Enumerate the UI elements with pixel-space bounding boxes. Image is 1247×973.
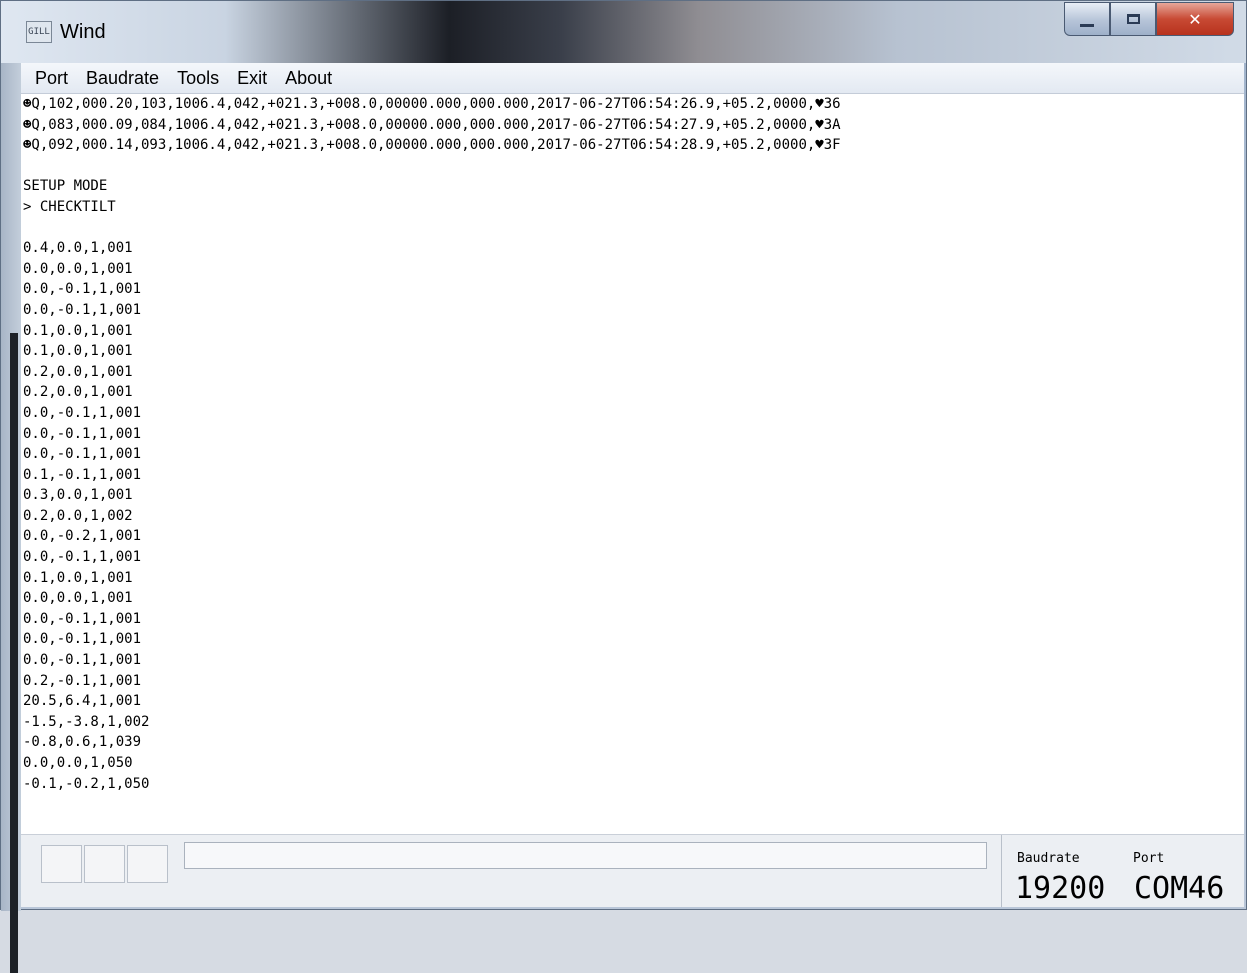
- terminal-line: 0.2,0.0,1,001: [23, 384, 133, 401]
- menu-bar: Port Baudrate Tools Exit About: [21, 63, 1244, 94]
- terminal-line: 0.0,-0.1,1,001: [23, 281, 142, 298]
- terminal-line: ☻Q,083,000.09,084,1006.4,042,+021.3,+008…: [23, 116, 841, 133]
- status-divider: [1001, 835, 1002, 907]
- terminal-line: 0.0,0.0,1,001: [23, 590, 133, 607]
- progress-bar: [184, 842, 987, 869]
- app-window: GILL Wind ✕ Port Baudrate Tools Exit Abo…: [0, 0, 1247, 973]
- terminal-line: 0.0,-0.1,1,001: [23, 631, 142, 648]
- app-icon: GILL: [26, 21, 52, 43]
- terminal-line: ☻Q,092,000.14,093,1006.4,042,+021.3,+008…: [23, 137, 841, 154]
- terminal-line: 0.0,0.0,1,050: [23, 755, 133, 771]
- terminal-line: 0.3,0.0,1,001: [23, 487, 133, 504]
- terminal-line: 0.1,0.0,1,001: [23, 343, 133, 360]
- terminal-line: 0.0,-0.1,1,001: [23, 425, 142, 442]
- terminal-line: > CHECKTILT: [23, 198, 116, 215]
- terminal-line: 0.0,-0.1,1,001: [23, 549, 142, 566]
- terminal-line: 0.2,0.0,1,002: [23, 507, 133, 524]
- minimize-button[interactable]: [1064, 2, 1110, 36]
- port-label: Port: [1133, 851, 1165, 866]
- baudrate-label: Baudrate: [1017, 851, 1080, 866]
- status-button-1[interactable]: [41, 845, 82, 883]
- maximize-icon: [1126, 14, 1140, 24]
- menu-exit[interactable]: Exit: [229, 68, 275, 89]
- close-button[interactable]: ✕: [1156, 2, 1234, 36]
- terminal-line: 0.2,0.0,1,001: [23, 363, 133, 380]
- terminal-line: 0.0,-0.1,1,001: [23, 652, 142, 669]
- window-left-frame: [1, 63, 21, 973]
- port-value: COM46: [1134, 871, 1225, 906]
- terminal-line: SETUP MODE: [23, 178, 108, 195]
- terminal-line: 20.5,6.4,1,001: [23, 693, 142, 710]
- terminal-line: 0.0,-0.1,1,001: [23, 446, 142, 463]
- terminal-line: 0.4,0.0,1,001: [23, 240, 133, 257]
- terminal-line: ☻Q,102,000.20,103,1006.4,042,+021.3,+008…: [23, 96, 841, 112]
- status-bar: Baudrate Port 19200 COM46: [21, 834, 1244, 907]
- terminal-line: 0.0,-0.2,1,001: [23, 528, 142, 545]
- terminal-line: 0.2,-0.1,1,001: [23, 672, 142, 689]
- minimize-icon: [1080, 23, 1094, 27]
- maximize-button[interactable]: [1110, 2, 1156, 36]
- terminal-line: 0.1,-0.1,1,001: [23, 466, 142, 483]
- terminal-line: 0.0,-0.1,1,001: [23, 301, 142, 318]
- terminal-line: -1.5,-3.8,1,002: [23, 713, 150, 730]
- terminal-line: 0.0,0.0,1,001: [23, 260, 133, 277]
- status-button-group: [41, 845, 170, 883]
- terminal-line: -0.1,-0.2,1,050: [23, 775, 150, 792]
- terminal-line: 0.0,-0.1,1,001: [23, 404, 142, 421]
- baudrate-value: 19200: [1015, 871, 1106, 906]
- terminal-line: -0.8,0.6,1,039: [23, 734, 142, 751]
- terminal-line: 0.1,0.0,1,001: [23, 569, 133, 586]
- frame-shadow: [10, 333, 18, 973]
- terminal-line: 0.0,-0.1,1,001: [23, 610, 142, 627]
- caption-buttons: ✕: [1064, 2, 1234, 38]
- menu-about[interactable]: About: [277, 68, 340, 89]
- terminal-line: 0.1,0.0,1,001: [23, 322, 133, 339]
- status-button-2[interactable]: [84, 845, 125, 883]
- title-bar[interactable]: GILL Wind ✕: [1, 1, 1246, 63]
- menu-baudrate[interactable]: Baudrate: [78, 68, 167, 89]
- menu-tools[interactable]: Tools: [169, 68, 227, 89]
- menu-port[interactable]: Port: [27, 68, 76, 89]
- terminal-output[interactable]: ☻Q,102,000.20,103,1006.4,042,+021.3,+008…: [21, 94, 1244, 834]
- close-icon: ✕: [1188, 9, 1202, 29]
- status-button-3[interactable]: [127, 845, 168, 883]
- window-title: Wind: [60, 21, 106, 43]
